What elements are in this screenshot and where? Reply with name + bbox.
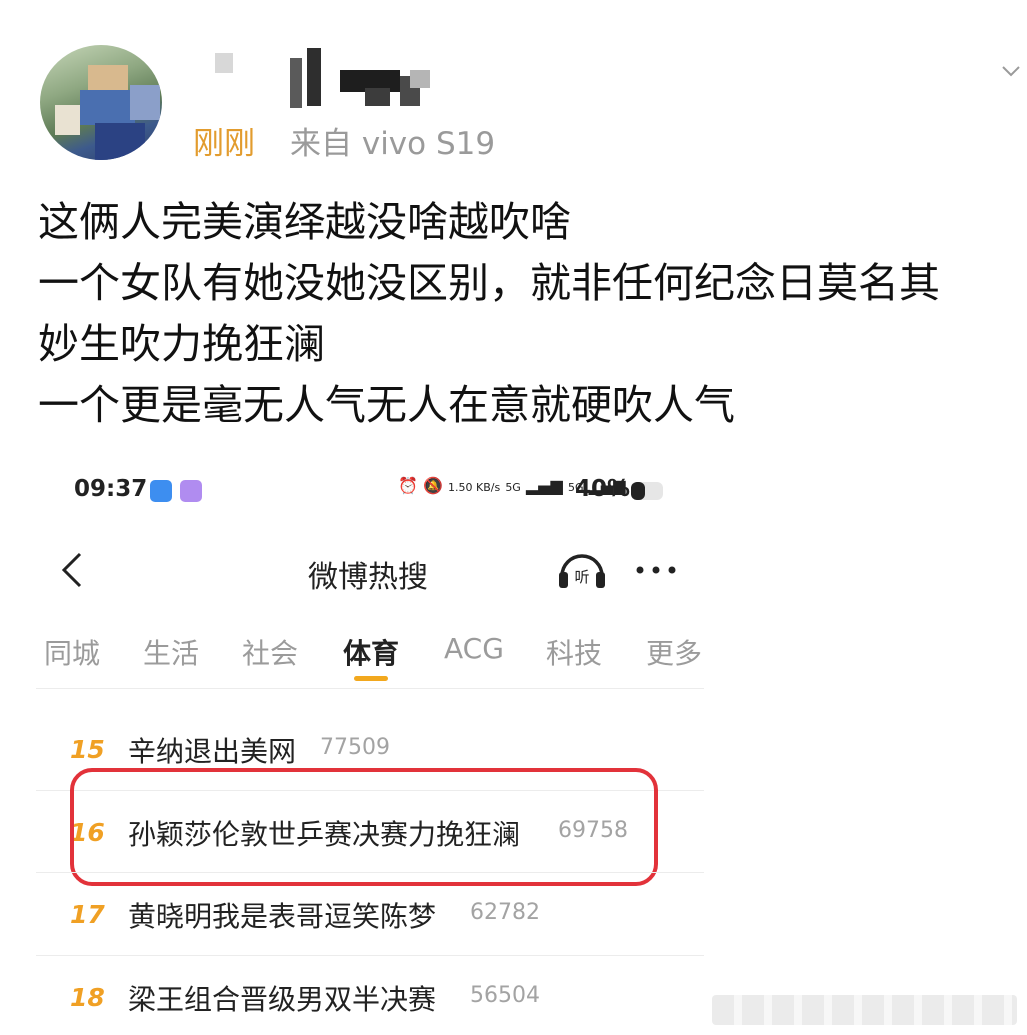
battery-percent: 40% xyxy=(575,476,631,502)
rank-number: 18 xyxy=(70,983,105,1012)
rank-number: 17 xyxy=(70,900,105,929)
tab-acg[interactable]: ACG xyxy=(444,632,504,665)
topic-title: 辛纳退出美网 xyxy=(128,735,297,768)
alarm-icon: ⏰ xyxy=(398,476,418,495)
battery-icon xyxy=(631,482,663,500)
topic-title: 黄晓明我是表哥逗笑陈梦 xyxy=(128,900,437,933)
row-divider xyxy=(36,955,704,956)
signal-icon: ▂▄▆ xyxy=(525,476,563,495)
post-time: 刚刚 xyxy=(193,126,255,162)
post-source[interactable]: 来自 vivo S19 xyxy=(290,118,495,163)
avatar[interactable] xyxy=(40,45,162,160)
heat-count: 56504 xyxy=(470,983,540,1008)
post-text: 这俩人完美演绎越没啥越吹啥 一个女队有她没她没区别，就非任何纪念日莫名其 妙生吹… xyxy=(38,192,1027,436)
net-speed: 1.50 KB/s xyxy=(448,481,501,494)
post-line: 一个更是毫无人气无人在意就硬吹人气 xyxy=(38,381,735,429)
back-arrow-icon[interactable] xyxy=(58,550,88,590)
post-line: 这俩人完美演绎越没啥越吹啥 xyxy=(38,198,571,246)
more-icon[interactable] xyxy=(632,560,680,580)
mute-icon: 🔕 xyxy=(423,476,443,495)
app-notification-icon xyxy=(180,480,202,502)
tabs-divider xyxy=(36,688,704,689)
active-tab-indicator xyxy=(354,676,388,681)
chevron-down-icon[interactable] xyxy=(1000,60,1022,82)
row-divider xyxy=(36,872,704,873)
status-time: 09:37 xyxy=(74,476,148,502)
page-title: 微博热搜 xyxy=(308,560,428,595)
highlight-box xyxy=(70,768,658,886)
app-notification-icon xyxy=(150,480,172,502)
signal-label: 5G xyxy=(505,481,521,494)
headphones-icon[interactable]: 听 xyxy=(556,548,608,590)
watermark xyxy=(712,995,1017,1025)
heat-count: 77509 xyxy=(320,735,390,760)
tab-tech[interactable]: 科技 xyxy=(546,632,602,672)
heat-count: 62782 xyxy=(470,900,540,925)
topic-title: 梁王组合晋级男双半决赛 xyxy=(128,983,437,1016)
post-line: 一个女队有她没她没区别，就非任何纪念日莫名其 xyxy=(38,259,940,307)
svg-text:听: 听 xyxy=(574,568,589,586)
tab-sports[interactable]: 体育 xyxy=(343,632,399,672)
tab-same-city[interactable]: 同城 xyxy=(44,632,100,672)
username-blur[interactable] xyxy=(215,48,435,110)
tab-society[interactable]: 社会 xyxy=(242,632,298,672)
tab-life[interactable]: 生活 xyxy=(143,632,199,672)
post-line: 妙生吹力挽狂澜 xyxy=(38,320,325,368)
tab-more[interactable]: 更多 xyxy=(646,632,702,672)
rank-number: 15 xyxy=(70,735,105,764)
